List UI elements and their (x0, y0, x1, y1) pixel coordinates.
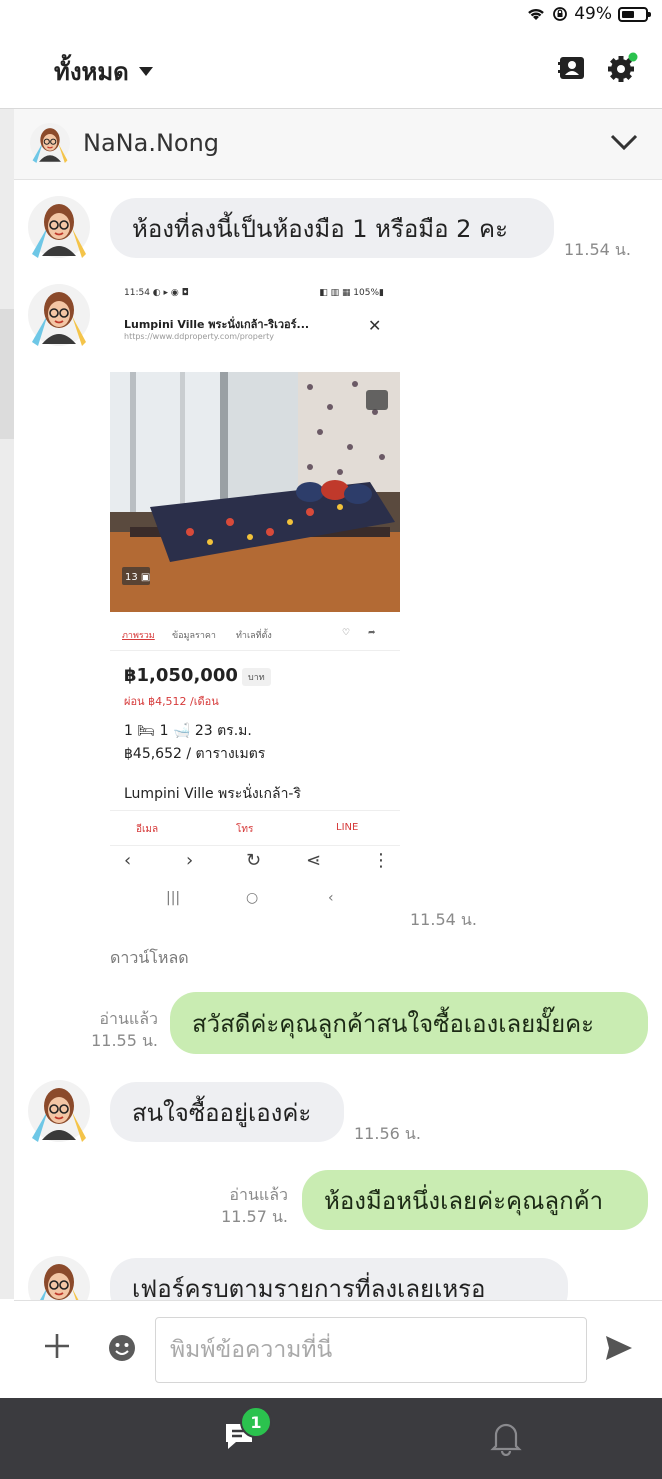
message-bubble[interactable]: ห้องที่ลงนี้เป็นห้องมือ 1 หรือมือ 2 คะ (110, 198, 554, 258)
chevron-down-icon[interactable] (610, 133, 638, 153)
read-receipt: อ่านแล้ว 11.57 น. (204, 1184, 288, 1228)
screenshot-action: LINE (336, 822, 359, 833)
bottom-nav: 1 (0, 1398, 662, 1479)
message-input[interactable]: พิมพ์ข้อความที่นี่ (155, 1317, 587, 1383)
plus-icon[interactable] (42, 1331, 72, 1361)
screenshot-tabs: ภาพรวม ข้อมูลราคา ทำเลที่ตั้ง ♡ ➦ (110, 616, 400, 651)
message-time: 11.55 น. (91, 1031, 158, 1050)
conversation-list-edge (0, 109, 14, 1299)
message-list[interactable]: ห้องที่ลงนี้เป็นห้องมือ 1 หรือมือ 2 คะ 1… (14, 180, 662, 1300)
unread-badge: 1 (240, 1406, 272, 1438)
message-time: 11.54 น. (564, 240, 631, 259)
battery-icon (618, 6, 651, 22)
screenshot-price-per-sqm: ฿45,652 / ตารางเมตร (124, 746, 266, 762)
chat-partner-name: NaNa.Nong (83, 129, 220, 157)
close-icon: ✕ (368, 316, 382, 335)
status-icons: 49% (526, 4, 651, 24)
customer-avatar[interactable] (28, 1256, 90, 1300)
screenshot-url: https://www.ddproperty.com/property (124, 332, 274, 341)
screenshot-price: ฿1,050,000 (124, 665, 238, 686)
screenshot-tab: ข้อมูลราคา (172, 631, 216, 641)
selected-conversation-edge (0, 309, 14, 439)
read-label: อ่านแล้ว (99, 1009, 158, 1028)
screenshot-title: Lumpini Ville พระนั่งเกล้า-ริเวอร์... (124, 318, 310, 331)
home-icon: ○ (246, 890, 259, 906)
screenshot-actions: อีเมล โทร LINE (110, 810, 400, 846)
notification-dot (628, 52, 638, 62)
screenshot-project-name: Lumpini Ville พระนั่งเกล้า-ริ (124, 786, 302, 802)
chat-header[interactable]: NaNa.Nong (14, 109, 662, 180)
reload-icon: ↻ (246, 850, 262, 871)
send-icon[interactable] (604, 1333, 634, 1363)
contact-card-icon[interactable] (558, 54, 586, 82)
screenshot-system-nav: ||| ○ ‹ (110, 890, 400, 920)
customer-avatar[interactable] (28, 196, 90, 258)
message-bubble[interactable]: ห้องมือหนึ่งเลยค่ะคุณลูกค้า (302, 1170, 648, 1230)
download-link[interactable]: ดาวน์โหลด (110, 946, 189, 971)
bell-icon[interactable] (490, 1418, 522, 1456)
screenshot-tab: ทำเลที่ตั้ง (236, 631, 272, 641)
screenshot-action: โทร (236, 824, 254, 835)
screenshot-price-unit: บาท (242, 668, 271, 686)
screenshot-browser-nav: ‹ › ↻ ⋖ ⋮ (110, 850, 400, 880)
message-composer: พิมพ์ข้อความที่นี่ (14, 1300, 662, 1399)
forward-icon: › (186, 850, 194, 871)
filter-dropdown[interactable]: ทั้งหมด (54, 52, 153, 91)
customer-avatar[interactable] (28, 284, 90, 346)
top-bar: ทั้งหมด (0, 30, 662, 109)
customer-avatar[interactable] (28, 1080, 90, 1142)
message-time: 11.54 น. (410, 910, 477, 929)
message-bubble[interactable]: สนใจซื้ออยู่เองค่ะ (110, 1082, 344, 1142)
emoji-icon[interactable] (107, 1333, 137, 1363)
message-time: 11.56 น. (354, 1124, 421, 1143)
wifi-icon (528, 8, 545, 20)
back-icon: ‹ (328, 890, 334, 906)
rotation-lock-icon (553, 7, 568, 21)
share-icon: ⋖ (306, 850, 322, 871)
read-label: อ่านแล้ว (229, 1185, 288, 1204)
screenshot-action: อีเมล (136, 824, 159, 835)
gear-icon[interactable] (606, 52, 638, 84)
image-message[interactable]: 11:54 ◐ ▸ ◉ ◘ ◧ ▥ ▦ 105%▮ Lumpini Ville พ… (110, 280, 400, 923)
share-icon: ➦ (368, 628, 376, 638)
message-bubble[interactable]: สวัสดีค่ะคุณลูกค้าสนใจซื้อเองเลยมั๊ยคะ (170, 992, 648, 1054)
caret-down-icon (138, 67, 153, 76)
screenshot-tab: ภาพรวม (122, 631, 155, 641)
room-photo: 13 ▣ (110, 372, 400, 612)
filter-label: ทั้งหมด (54, 58, 129, 86)
message-time: 11.57 น. (221, 1207, 288, 1226)
read-receipt: อ่านแล้ว 11.55 น. (74, 1008, 158, 1052)
recent-apps-icon: ||| (166, 890, 181, 906)
heart-icon: ♡ (342, 628, 351, 638)
photo-count: 13 ▣ (125, 572, 150, 583)
more-icon: ⋮ (372, 850, 390, 871)
screenshot-specs: 1 🛏 1 🛁 23 ตร.ม. (124, 723, 252, 739)
battery-percent: 49% (574, 4, 612, 24)
screenshot-installment: ผ่อน ฿4,512 /เดือน (124, 695, 219, 708)
screenshot-status-bar: 11:54 ◐ ▸ ◉ ◘ ◧ ▥ ▦ 105%▮ (124, 288, 384, 298)
status-bar: 49% (0, 0, 662, 30)
back-icon: ‹ (124, 850, 132, 871)
customer-avatar[interactable] (30, 123, 70, 163)
message-bubble[interactable]: เฟอร์ครบตามรายการที่ลงเลยเหรอ (110, 1258, 568, 1300)
